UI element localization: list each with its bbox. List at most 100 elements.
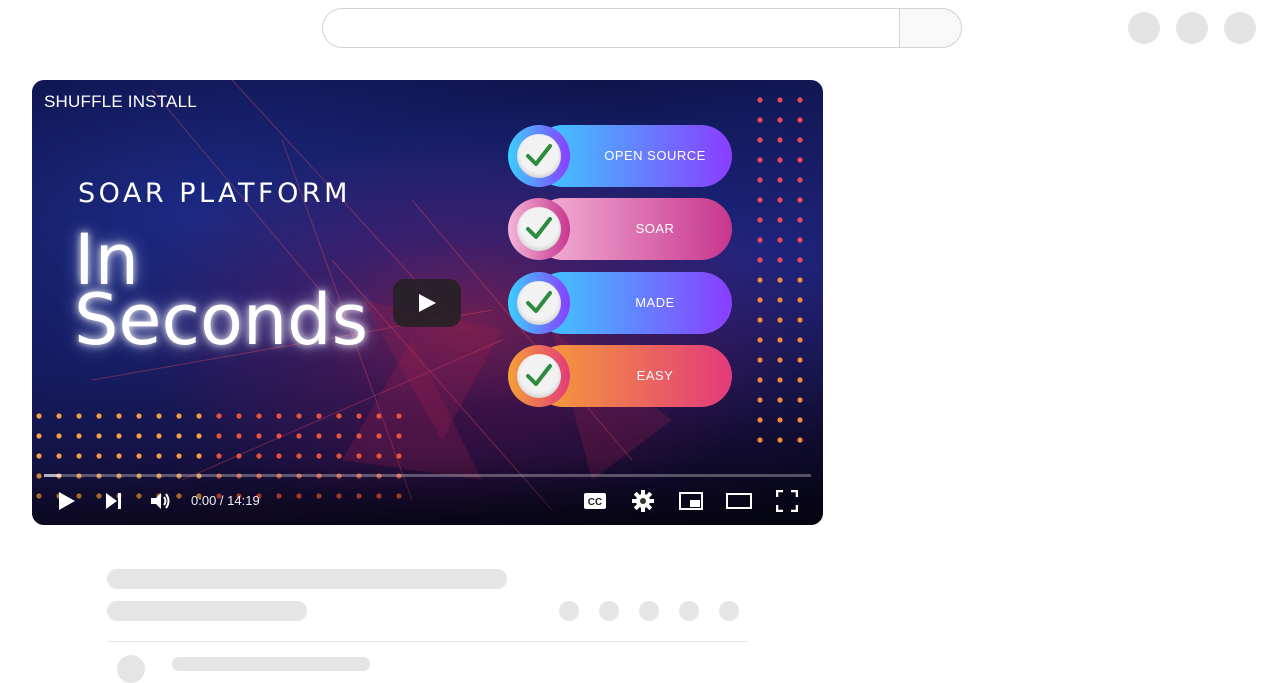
decor-dot [777, 177, 783, 183]
decor-dot [276, 413, 282, 419]
decor-dot [336, 413, 342, 419]
decor-dot [777, 197, 783, 203]
decor-dot [777, 297, 783, 303]
decor-dot [96, 433, 102, 439]
decor-dot [777, 357, 783, 363]
decor-dot [36, 413, 42, 419]
decor-dot [797, 377, 803, 383]
cc-icon: CC [584, 493, 606, 509]
decor-dot [797, 177, 803, 183]
progress-fill [44, 474, 61, 477]
decor-dot [757, 137, 763, 143]
decor-dot [777, 437, 783, 443]
checkmark-icon [526, 291, 552, 313]
decor-dot [757, 117, 763, 123]
decor-dot [356, 433, 362, 439]
decor-dot [396, 413, 402, 419]
video-player[interactable]: SHUFFLE INSTALL SOAR PLATFORM In Seconds… [32, 80, 823, 525]
search-input[interactable] [322, 8, 899, 48]
thumbnail-big-text-line2: Seconds [74, 279, 369, 361]
avatar[interactable] [1224, 12, 1256, 44]
large-play-button[interactable] [393, 279, 461, 327]
decor-dot [276, 433, 282, 439]
decor-dot [256, 433, 262, 439]
thumbnail-pill: OPEN SOURCE [508, 125, 732, 187]
miniplayer-button[interactable] [677, 487, 705, 515]
checkmark-icon [526, 144, 552, 166]
thumbnail-pill: SOAR [508, 198, 732, 260]
decor-dot [376, 413, 382, 419]
decor-dot [777, 137, 783, 143]
decor-dot [797, 437, 803, 443]
decor-dot [176, 433, 182, 439]
header-icon-placeholder[interactable] [1176, 12, 1208, 44]
decor-dot [156, 433, 162, 439]
thumbnail-pill: MADE [508, 272, 732, 334]
decor-dot [777, 97, 783, 103]
action-placeholder [719, 601, 739, 621]
action-placeholder [679, 601, 699, 621]
decor-dot [396, 433, 402, 439]
decor-dot [757, 277, 763, 283]
settings-button[interactable] [629, 487, 657, 515]
decor-dot [797, 117, 803, 123]
next-button[interactable] [100, 487, 128, 515]
decor-dot [757, 417, 763, 423]
fullscreen-icon [776, 490, 798, 512]
check-badge [517, 207, 561, 251]
decor-dot [356, 413, 362, 419]
next-icon [106, 493, 121, 509]
captions-button[interactable]: CC [581, 487, 609, 515]
decor-dot [777, 117, 783, 123]
header-icon-placeholder[interactable] [1128, 12, 1160, 44]
decor-dot [757, 177, 763, 183]
decor-dot [216, 433, 222, 439]
check-badge [517, 281, 561, 325]
decor-dot [36, 433, 42, 439]
decor-dot [136, 433, 142, 439]
decor-dot [777, 317, 783, 323]
decor-dot [777, 277, 783, 283]
comment-placeholder [172, 657, 370, 671]
progress-bar[interactable] [44, 474, 811, 477]
checkmark-icon [526, 217, 552, 239]
action-placeholder [639, 601, 659, 621]
decor-dot [777, 217, 783, 223]
volume-button[interactable] [147, 487, 175, 515]
decor-dot [777, 157, 783, 163]
decor-dot [56, 413, 62, 419]
decor-dot [757, 397, 763, 403]
miniplayer-icon [679, 492, 703, 510]
thumbnail-pill: EASY [508, 345, 732, 407]
decor-dot [777, 337, 783, 343]
decor-dot [116, 433, 122, 439]
play-button[interactable] [53, 487, 81, 515]
thumbnail-heading: SOAR PLATFORM [78, 178, 351, 209]
volume-icon [151, 493, 170, 509]
decor-dot [156, 413, 162, 419]
channel-placeholder [107, 601, 307, 621]
decor-dot [797, 317, 803, 323]
decor-dot [797, 197, 803, 203]
decor-dot [757, 297, 763, 303]
decor-dot [757, 257, 763, 263]
time-display: 0:00 / 14:19 [191, 493, 260, 508]
decor-dot [797, 97, 803, 103]
fullscreen-button[interactable] [773, 487, 801, 515]
pill-circle [508, 345, 570, 407]
check-badge [517, 354, 561, 398]
gear-icon [632, 490, 654, 512]
theater-mode-button[interactable] [725, 487, 753, 515]
search-button[interactable] [899, 8, 962, 48]
decor-dot [757, 97, 763, 103]
decor-dot [757, 157, 763, 163]
video-title[interactable]: SHUFFLE INSTALL [44, 92, 197, 112]
decor-dot [757, 197, 763, 203]
decor-dot [797, 237, 803, 243]
pill-label: OPEN SOURCE [604, 148, 706, 163]
decor-dot [336, 433, 342, 439]
decor-dot [236, 413, 242, 419]
decor-dot [797, 277, 803, 283]
divider [107, 641, 747, 642]
play-icon [59, 492, 75, 510]
